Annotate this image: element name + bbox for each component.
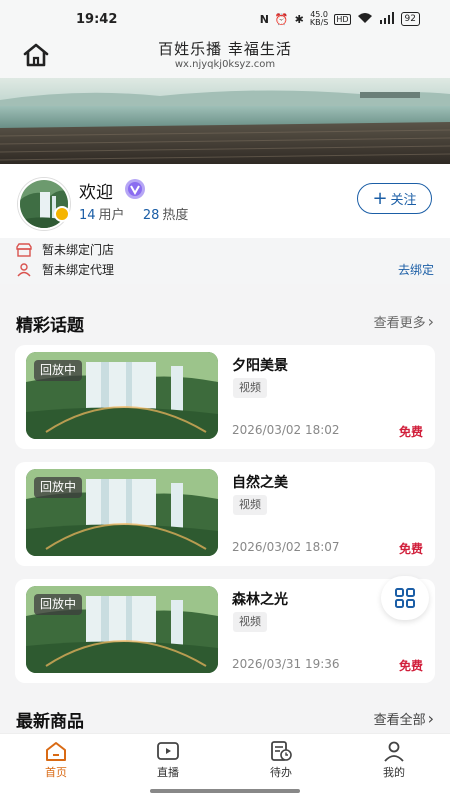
products-see-all[interactable]: 查看全部 › — [374, 709, 434, 728]
signal-icon — [379, 11, 395, 27]
nav-profile[interactable]: 我的 — [338, 738, 450, 784]
floating-grid-button[interactable] — [381, 576, 429, 620]
topic-type-tag: 视频 — [233, 495, 267, 515]
topic-type-tag: 视频 — [233, 612, 267, 632]
topics-section-title: 精彩话题 — [16, 316, 84, 336]
heat-count: 28 — [142, 208, 160, 223]
app-title: 百姓乐播 幸福生活 — [158, 40, 292, 58]
avatar[interactable] — [18, 178, 70, 230]
app-header: 百姓乐播 幸福生活 wx.njyqkj0ksyz.com — [0, 38, 450, 78]
nav-home[interactable]: 首页 — [0, 738, 112, 784]
topic-card[interactable]: 回放中 夕阳美景 视频 2026/03/02 18:02 免费 — [15, 345, 435, 449]
nav-todo-label: 待办 — [270, 766, 292, 779]
nav-live-label: 直播 — [157, 766, 179, 779]
go-bind-link[interactable]: 去绑定 — [398, 261, 434, 278]
follow-button[interactable]: + 关注 — [357, 183, 432, 214]
agent-binding-row: 暂未绑定代理 — [16, 261, 114, 278]
heat-label: 热度 — [162, 208, 189, 223]
verified-badge-icon — [54, 206, 70, 222]
home-icon — [46, 742, 66, 761]
topic-thumbnail: 回放中 — [26, 352, 218, 439]
topic-price: 免费 — [398, 659, 423, 673]
topics-see-more[interactable]: 查看更多 › — [374, 312, 434, 331]
topic-price: 免费 — [398, 542, 423, 556]
topic-type-tag: 视频 — [233, 378, 267, 398]
chevron-right-icon: › — [427, 709, 434, 728]
welcome-text: 欢迎 — [79, 183, 113, 203]
topic-time: 2026/03/31 19:36 — [232, 657, 340, 671]
home-indicator[interactable] — [150, 789, 300, 793]
status-time: 19:42 — [76, 11, 118, 27]
nav-profile-label: 我的 — [383, 766, 405, 779]
app-subtitle: wx.njyqkj0ksyz.com — [174, 59, 276, 70]
network-speed: 45.0 KB/S — [309, 10, 329, 27]
bluetooth-icon: ✱ — [294, 12, 304, 26]
nfc-icon: N — [259, 12, 269, 26]
topic-card[interactable]: 回放中 自然之美 视频 2026/03/02 18:07 免费 — [15, 462, 435, 566]
nav-home-label: 首页 — [45, 766, 67, 779]
replay-status-badge: 回放中 — [34, 594, 83, 615]
binding-info: 暂未绑定门店 暂未绑定代理 去绑定 — [0, 238, 450, 284]
status-bar: 19:42 N ⏰ ✱ 45.0 KB/S HD 92 — [0, 0, 450, 38]
profile-stats: 14 用户 28 热度 — [79, 204, 188, 223]
store-icon — [16, 242, 32, 257]
todo-icon — [271, 741, 292, 761]
users-count: 14 — [79, 208, 96, 223]
topic-thumbnail: 回放中 — [26, 586, 218, 673]
products-section-title: 最新商品 — [16, 712, 84, 732]
hd-icon: HD — [334, 13, 351, 25]
grid-icon — [395, 588, 415, 608]
nav-live[interactable]: 直播 — [112, 738, 224, 784]
topic-time: 2026/03/02 18:07 — [232, 540, 340, 554]
agent-binding-text: 暂未绑定代理 — [42, 263, 115, 277]
topic-title: 森林之光 — [232, 592, 288, 608]
nav-todo[interactable]: 待办 — [225, 738, 337, 784]
replay-status-badge: 回放中 — [34, 477, 83, 498]
users-label: 用户 — [98, 208, 125, 223]
plus-icon: + — [372, 187, 388, 209]
person-icon — [17, 262, 31, 276]
store-binding-text: 暂未绑定门店 — [42, 243, 115, 257]
vip-badge-icon — [122, 178, 148, 200]
topic-price: 免费 — [398, 425, 423, 439]
replay-status-badge: 回放中 — [34, 360, 83, 381]
alarm-icon: ⏰ — [274, 12, 289, 26]
follow-label: 关注 — [390, 193, 417, 208]
topic-time: 2026/03/02 18:02 — [232, 423, 340, 437]
battery-icon: 92 — [400, 12, 420, 26]
chevron-right-icon: › — [427, 312, 434, 331]
live-icon — [157, 742, 179, 760]
banner-image[interactable] — [0, 78, 450, 164]
topic-card[interactable]: 回放中 森林之光 视频 2026/03/31 19:36 免费 — [15, 579, 435, 683]
profile-icon — [384, 741, 404, 762]
topic-title: 自然之美 — [232, 475, 288, 491]
store-binding-row: 暂未绑定门店 — [16, 241, 114, 258]
user-profile-card: 欢迎 14 用户 28 热度 + 关注 — [0, 164, 450, 238]
topic-title: 夕阳美景 — [232, 358, 288, 374]
wifi-icon — [357, 12, 373, 27]
topic-thumbnail: 回放中 — [26, 469, 218, 556]
